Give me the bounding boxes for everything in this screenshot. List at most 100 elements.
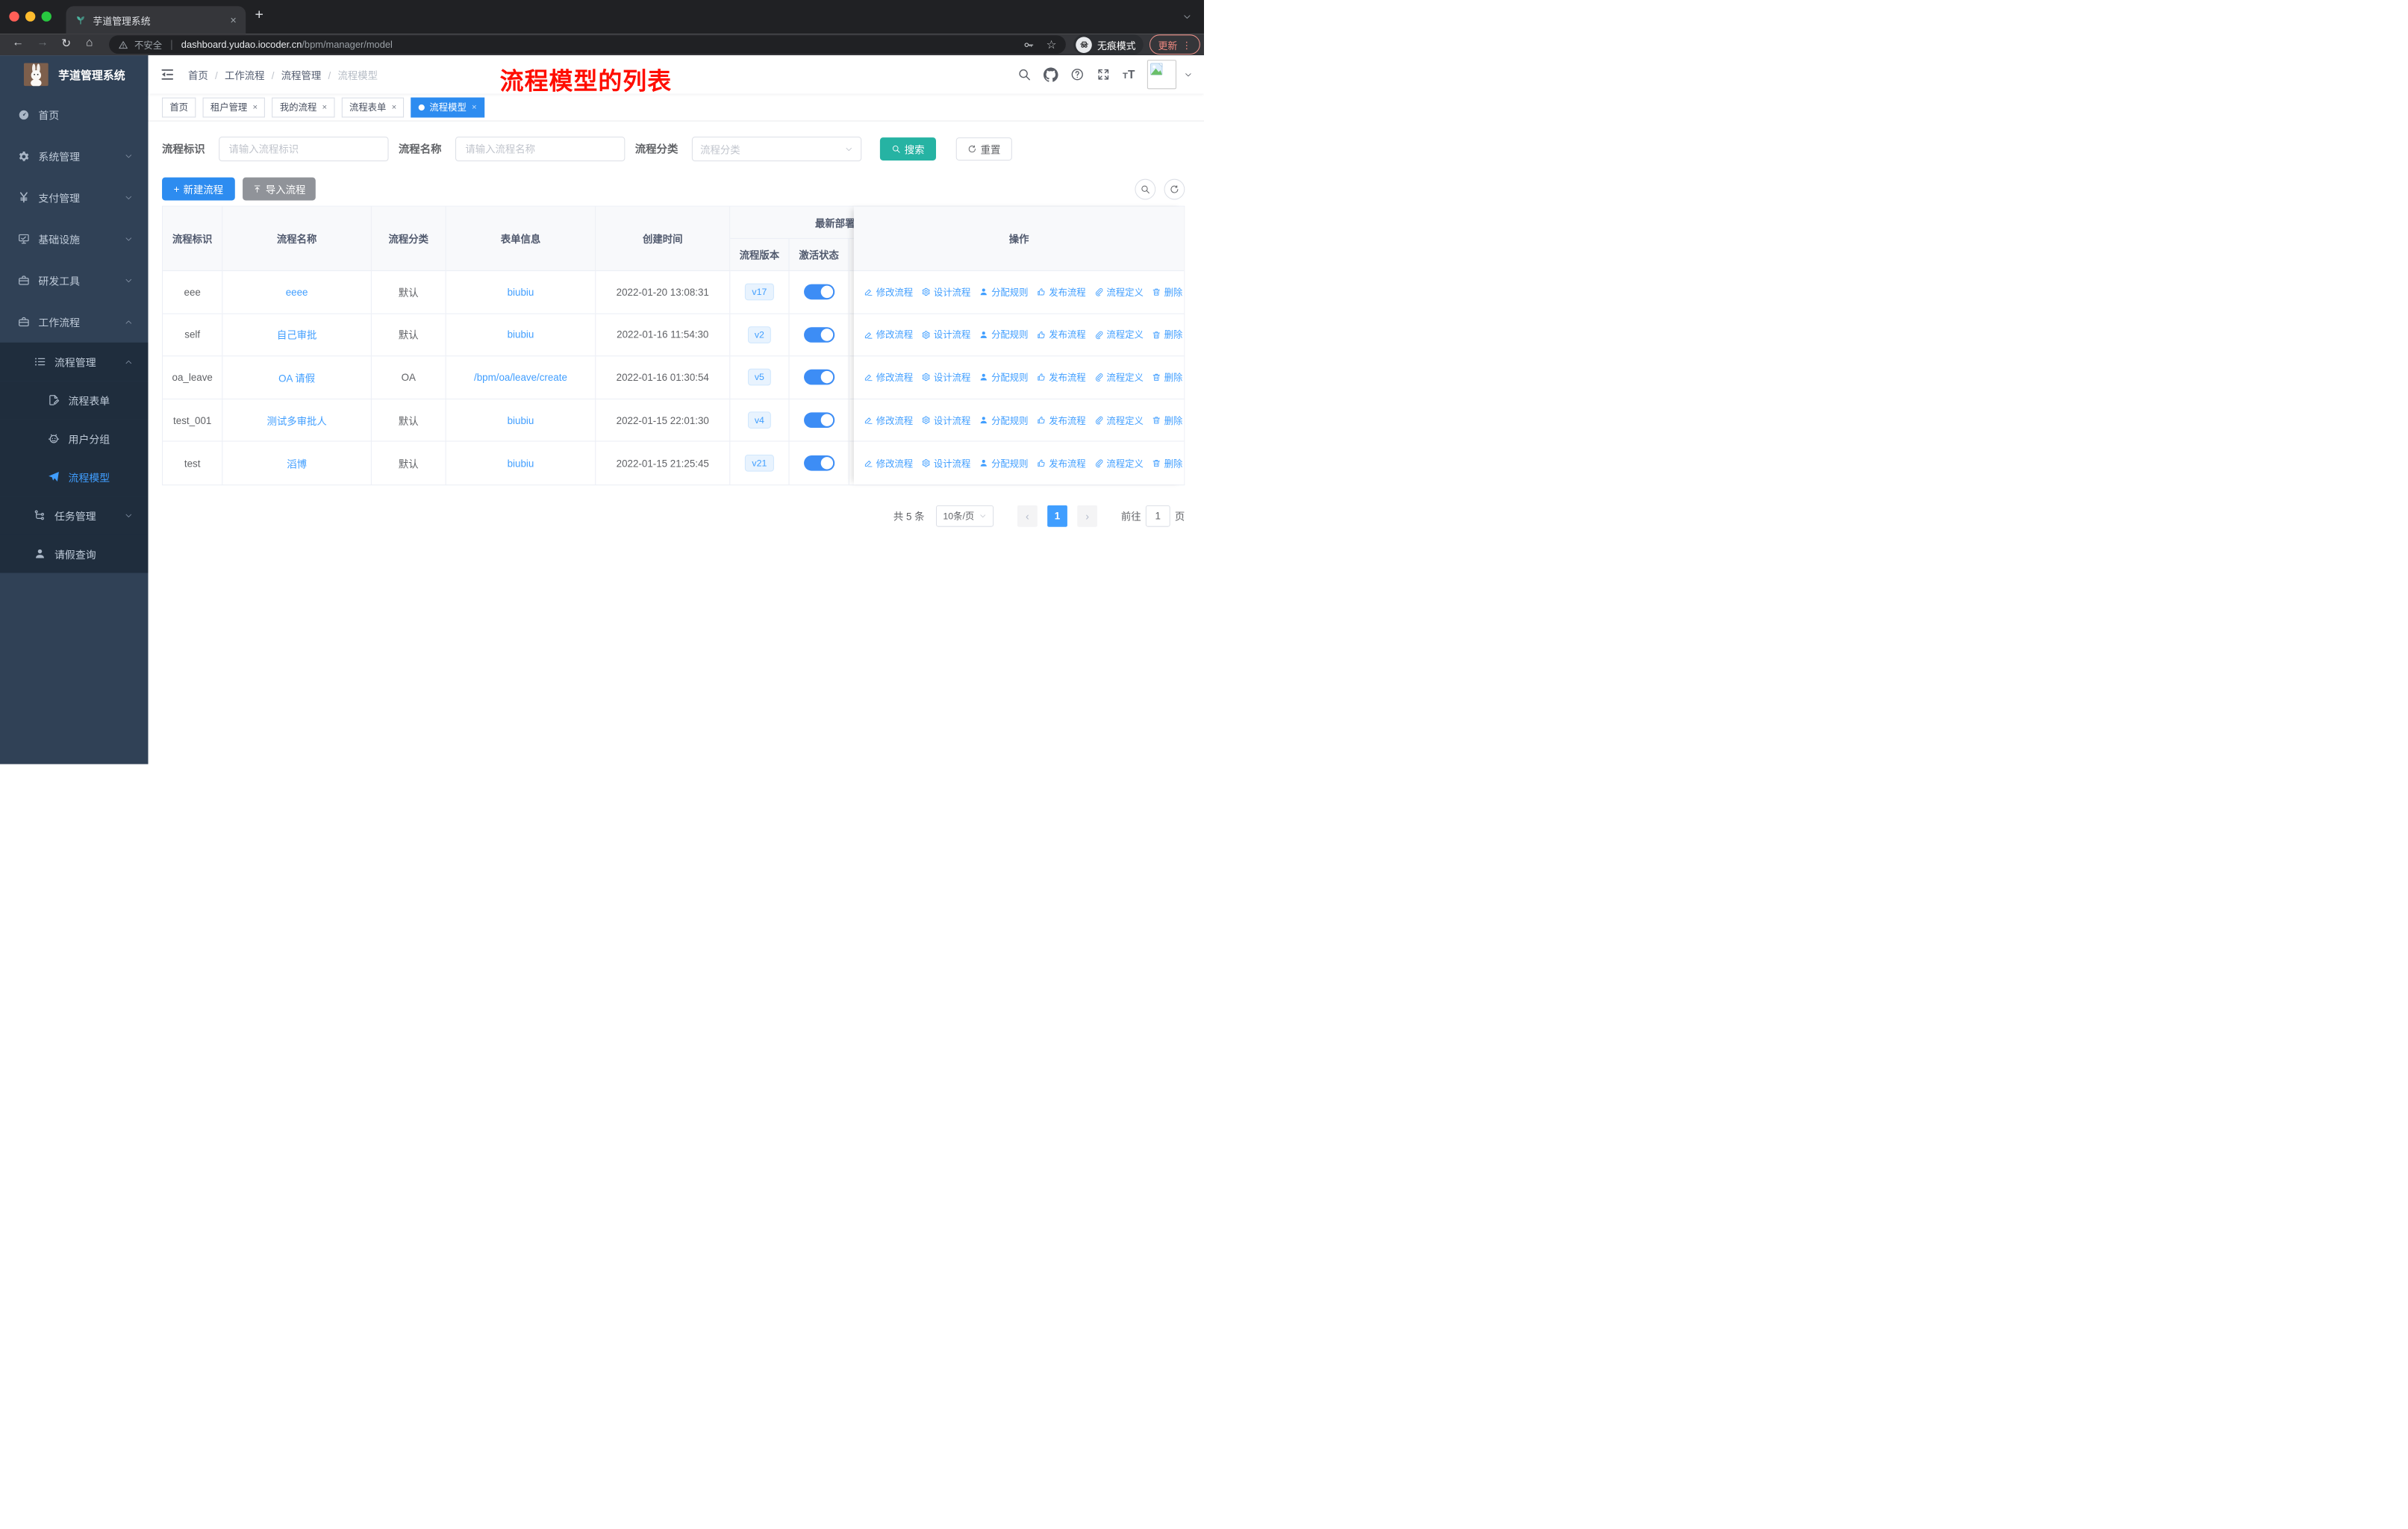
active-toggle[interactable] (803, 370, 835, 385)
tab-close-icon[interactable]: × (230, 14, 236, 26)
cell-process-name-link[interactable]: 自己审批 (222, 314, 372, 356)
cell-form-link[interactable]: biubiu (446, 399, 596, 441)
sidebar-item[interactable]: 流程管理 (0, 342, 149, 382)
search-icon[interactable] (1017, 68, 1032, 82)
row-action-link[interactable]: 修改流程 (864, 457, 913, 470)
row-action-link[interactable]: 删除 (1152, 285, 1182, 298)
fullscreen-icon[interactable] (1097, 68, 1111, 82)
sidebar-item[interactable]: 基础设施 (0, 218, 149, 260)
process-id-input[interactable] (219, 137, 389, 162)
create-process-button[interactable]: + 新建流程 (162, 177, 235, 201)
sidebar-item[interactable]: 任务管理 (0, 496, 149, 535)
breadcrumb-item[interactable]: 工作流程 (225, 67, 281, 82)
row-action-link[interactable]: 发布流程 (1037, 414, 1086, 426)
reload-button[interactable]: ↻ (61, 36, 71, 49)
page-size-select[interactable]: 10条/页 (935, 505, 994, 527)
cell-form-link[interactable]: biubiu (446, 441, 596, 485)
process-name-input[interactable] (455, 137, 626, 162)
cell-process-name-link[interactable]: OA 请假 (222, 356, 372, 399)
row-action-link[interactable]: 删除 (1152, 328, 1182, 341)
sidebar-item[interactable]: 支付管理 (0, 177, 149, 219)
row-action-link[interactable]: 设计流程 (921, 457, 970, 470)
row-action-link[interactable]: 删除 (1152, 371, 1182, 384)
home-button[interactable]: ⌂ (86, 36, 93, 49)
avatar[interactable] (1147, 60, 1176, 90)
row-action-link[interactable]: 发布流程 (1037, 457, 1086, 470)
help-icon[interactable] (1070, 68, 1085, 82)
active-toggle[interactable] (803, 327, 835, 343)
row-action-link[interactable]: 设计流程 (921, 414, 970, 426)
tag-close-icon[interactable]: × (322, 102, 328, 111)
tag-close-icon[interactable]: × (392, 102, 397, 111)
breadcrumb-item[interactable]: 流程管理 (281, 67, 338, 82)
sidebar-item[interactable]: 系统管理 (0, 135, 149, 177)
close-window-button[interactable] (9, 11, 19, 22)
row-action-link[interactable]: 流程定义 (1094, 328, 1144, 341)
chrome-update-button[interactable]: 更新 ⋮ (1149, 34, 1200, 55)
row-action-link[interactable]: 设计流程 (921, 371, 970, 384)
password-key-icon[interactable] (1023, 39, 1034, 50)
sidebar-item[interactable]: 请假查询 (0, 534, 149, 573)
active-toggle[interactable] (803, 284, 835, 300)
active-toggle[interactable] (803, 412, 835, 429)
row-action-link[interactable]: 分配规则 (979, 328, 1028, 341)
address-bar[interactable]: 不安全 dashboard.yudao.iocoder.cn/bpm/manag… (109, 35, 1066, 55)
cell-form-link[interactable]: biubiu (446, 314, 596, 356)
back-button[interactable]: ← (12, 36, 23, 49)
row-action-link[interactable]: 分配规则 (979, 457, 1028, 470)
import-process-button[interactable]: 导入流程 (243, 177, 316, 201)
maximize-window-button[interactable] (41, 11, 52, 22)
row-action-link[interactable]: 流程定义 (1094, 371, 1144, 384)
row-action-link[interactable]: 修改流程 (864, 414, 913, 426)
goto-page-input[interactable] (1145, 505, 1170, 527)
row-action-link[interactable]: 删除 (1152, 457, 1182, 470)
process-category-select[interactable]: 流程分类 (691, 137, 862, 162)
row-action-link[interactable]: 发布流程 (1037, 328, 1086, 341)
row-action-link[interactable]: 修改流程 (864, 328, 913, 341)
sidebar-item[interactable]: 流程模型 (0, 458, 149, 496)
row-action-link[interactable]: 流程定义 (1094, 414, 1144, 426)
sidebar-item[interactable]: 用户分组 (0, 419, 149, 458)
search-button[interactable]: 搜索 (879, 137, 937, 161)
breadcrumb-item[interactable]: 流程模型 (338, 67, 378, 82)
breadcrumb-item[interactable]: 首页 (188, 67, 225, 82)
row-action-link[interactable]: 分配规则 (979, 414, 1028, 426)
next-page-button[interactable]: › (1077, 505, 1097, 527)
row-action-link[interactable]: 发布流程 (1037, 371, 1086, 384)
view-tag[interactable]: 流程模型 × (411, 97, 484, 117)
sidebar-collapse-icon[interactable] (160, 66, 175, 82)
row-action-link[interactable]: 流程定义 (1094, 285, 1144, 298)
app-logo[interactable]: 芋道管理系统 (0, 55, 149, 93)
reset-button[interactable]: 重置 (955, 137, 1012, 161)
font-size-icon[interactable]: TT (1123, 68, 1135, 81)
refresh-table-button[interactable] (1164, 178, 1185, 199)
sidebar-item[interactable]: 工作流程 (0, 301, 149, 343)
row-action-link[interactable]: 发布流程 (1037, 285, 1086, 298)
row-action-link[interactable]: 修改流程 (864, 371, 913, 384)
avatar-caret-icon[interactable] (1184, 70, 1192, 78)
forward-button[interactable]: → (37, 36, 48, 49)
row-action-link[interactable]: 分配规则 (979, 371, 1028, 384)
sidebar-item[interactable]: 研发工具 (0, 260, 149, 302)
row-action-link[interactable]: 删除 (1152, 414, 1182, 426)
minimize-window-button[interactable] (25, 11, 36, 22)
browser-menu-icon[interactable]: ⋮ (1182, 39, 1191, 50)
github-icon[interactable] (1044, 67, 1058, 82)
row-action-link[interactable]: 设计流程 (921, 328, 970, 341)
view-tag[interactable]: 我的流程 × (272, 97, 335, 117)
cell-process-name-link[interactable]: eeee (222, 271, 372, 314)
current-page-button[interactable]: 1 (1047, 505, 1067, 527)
tag-close-icon[interactable]: × (472, 102, 477, 111)
row-action-link[interactable]: 分配规则 (979, 285, 1028, 298)
cell-process-name-link[interactable]: 测试多审批人 (222, 399, 372, 441)
tab-search-chevron-icon[interactable] (1182, 12, 1191, 21)
active-toggle[interactable] (803, 455, 835, 471)
row-action-link[interactable]: 设计流程 (921, 285, 970, 298)
sidebar-item[interactable]: 流程表单 (0, 381, 149, 420)
tag-close-icon[interactable]: × (252, 102, 258, 111)
row-action-link[interactable]: 流程定义 (1094, 457, 1144, 470)
toggle-search-button[interactable] (1135, 178, 1156, 199)
cell-form-link[interactable]: biubiu (446, 271, 596, 314)
cell-process-name-link[interactable]: 滔博 (222, 441, 372, 485)
view-tag[interactable]: 流程表单 × (341, 97, 405, 117)
